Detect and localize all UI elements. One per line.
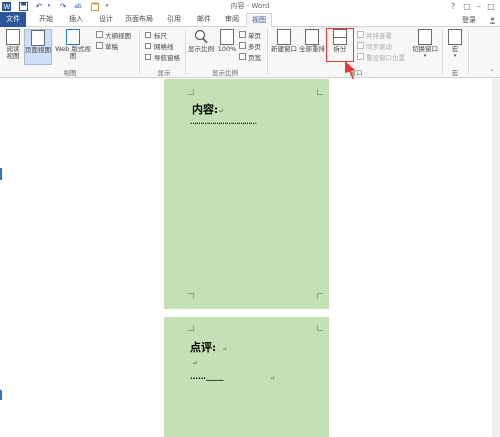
paragraph-mark: ↵ [222,346,228,353]
paragraph-mark: ↵ [270,375,276,382]
content-heading-text: 内容: [192,103,219,116]
review-underline: _____ [206,372,224,381]
review-dots: …… [190,371,206,381]
review-heading-text: 点评: [190,341,217,354]
crop-mark [188,293,194,299]
content-heading[interactable]: 内容:↵ [192,101,224,117]
content-dots[interactable]: …………………………… [190,117,257,126]
paragraph-mark: ↵ [192,359,198,367]
crop-mark [188,325,194,331]
crop-mark [317,325,323,331]
crop-mark [188,89,194,95]
review-heading[interactable]: 点评: ↵ [190,339,227,355]
page-1[interactable]: 内容:↵ …………………………… [164,79,329,309]
vertical-scrollbar[interactable] [492,79,500,437]
page-2[interactable]: 点评: ↵ ↵ ……_____ ↵ [164,317,329,437]
crop-mark [317,89,323,95]
left-edge-marker [0,390,2,400]
paragraph-mark: ↵ [218,107,224,115]
review-dots-line[interactable]: ……_____ [190,371,224,381]
left-edge-marker [0,168,2,180]
crop-mark [317,293,323,299]
